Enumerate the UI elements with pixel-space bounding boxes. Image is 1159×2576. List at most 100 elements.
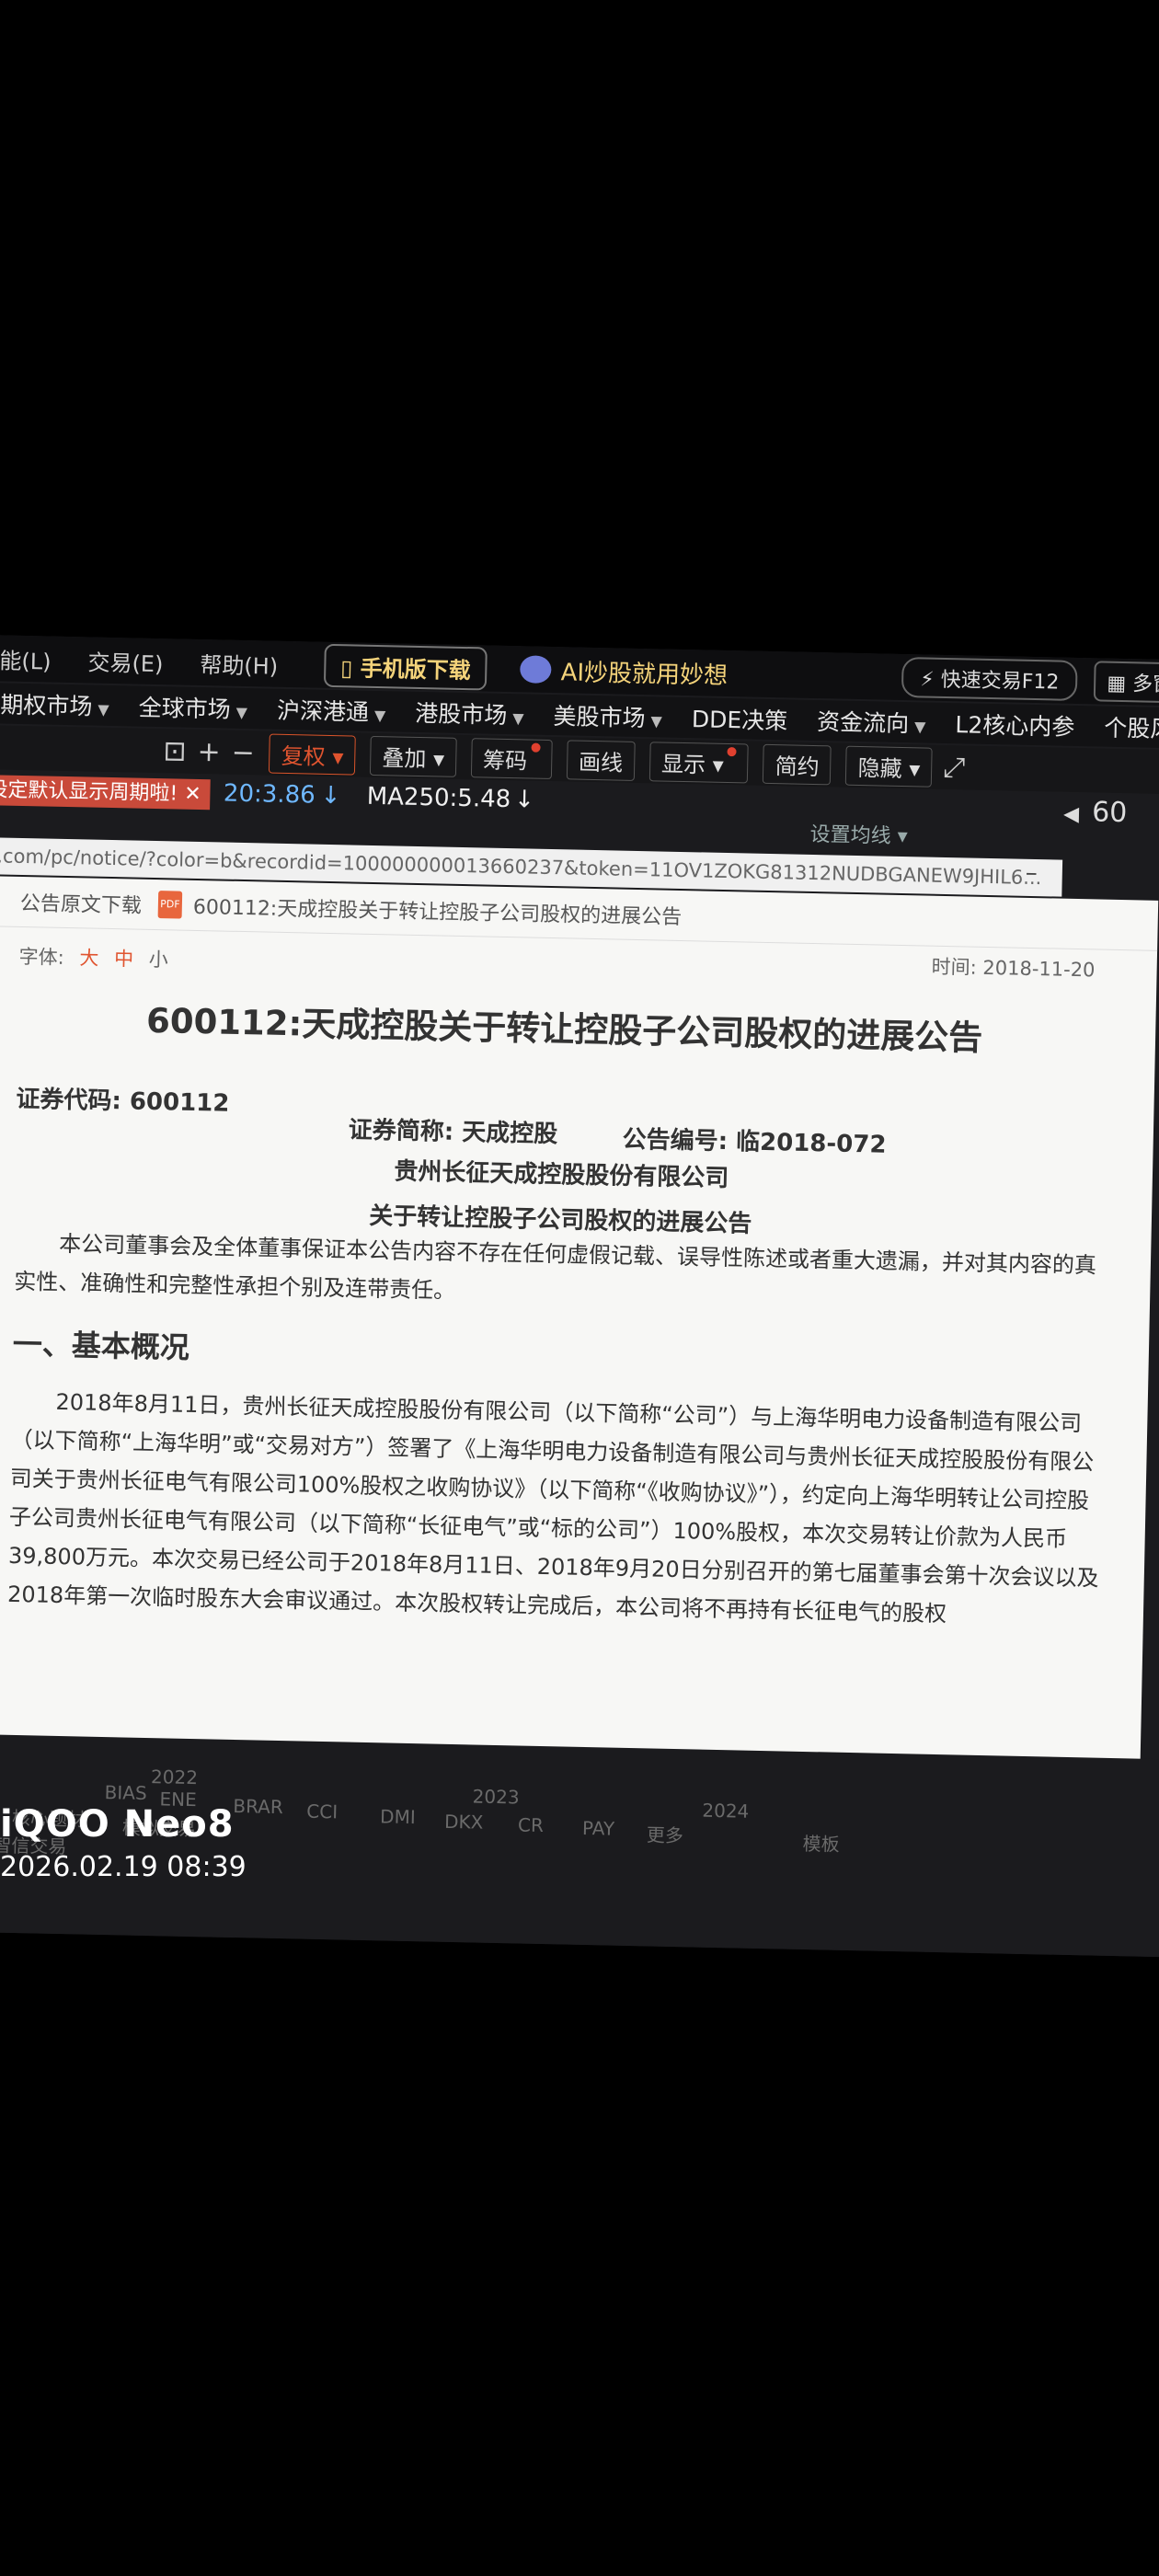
- nav-l2-insights[interactable]: L2核心内参: [955, 707, 1075, 742]
- nav-stock-connect[interactable]: 沪深港通 ▼: [277, 693, 386, 728]
- caret-down-icon: ▼: [512, 709, 524, 728]
- caret-down-icon: ▼: [98, 700, 109, 719]
- arrow-down-icon: ↓: [513, 786, 535, 814]
- photo-frame: 能(L) 交易(E) 帮助(H) ▯ 手机版下载 AI炒股就用妙想 ⚡ 快速交易…: [0, 0, 1159, 2576]
- set-ma-label: 设置均线: [809, 822, 891, 848]
- close-icon[interactable]: ✕: [184, 783, 201, 806]
- security-code: 证券代码: 600112: [16, 1085, 230, 1118]
- mobile-download-label: 手机版下载: [360, 655, 471, 684]
- caret-down-icon: ▾: [332, 743, 344, 770]
- notify-dot: [531, 742, 541, 753]
- photo-timestamp: 2026.02.19 08:39: [0, 1851, 247, 1883]
- bottom-tab[interactable]: 模板: [802, 1829, 840, 1857]
- publish-time: 时间: 2018-11-20: [931, 955, 1096, 982]
- ai-promo-link[interactable]: AI炒股就用妙想: [520, 652, 728, 691]
- simple-button[interactable]: 简约: [763, 743, 832, 785]
- button-label: 显示: [660, 751, 706, 778]
- ma250-value: MA250:5.48: [366, 782, 511, 814]
- security-short-name: 证券简称: 天成控股: [348, 1116, 558, 1149]
- display-button[interactable]: 显示 ▾: [648, 741, 750, 783]
- font-option-large[interactable]: 大: [79, 947, 98, 969]
- zoom-out-icon[interactable]: −: [231, 736, 255, 769]
- zoom-in-icon[interactable]: +: [197, 735, 221, 768]
- indicator-tab[interactable]: 更多: [647, 1820, 684, 1847]
- indicator-tab[interactable]: CR: [518, 1813, 544, 1836]
- adjust-button[interactable]: 复权 ▾: [269, 733, 356, 776]
- notice-number: 公告编号: 临2018-072: [622, 1125, 887, 1159]
- nav-label: 沪深港通: [276, 696, 370, 726]
- side-code: 60: [1091, 796, 1128, 830]
- caret-down-icon: ▾: [909, 755, 921, 782]
- year-label: 2024: [702, 1799, 750, 1823]
- minimize-icon[interactable]: –: [1026, 859, 1039, 887]
- window-icon: ▦: [1107, 672, 1127, 696]
- indicator-tab[interactable]: DMI: [380, 1805, 416, 1828]
- fullscreen-icon[interactable]: ⤢: [943, 751, 966, 783]
- caret-down-icon: ▾: [712, 752, 724, 778]
- indicator-tab[interactable]: PAY: [582, 1817, 615, 1840]
- button-label: 画线: [578, 749, 624, 776]
- nav-label: 美股市场: [553, 703, 646, 732]
- caret-down-icon: ▾: [897, 824, 908, 849]
- nav-global-market[interactable]: 全球市场 ▼: [138, 690, 247, 725]
- font-label: 字体:: [18, 945, 64, 969]
- nav-label: DDE决策: [691, 706, 788, 735]
- download-original-link[interactable]: 公告原文下载: [20, 887, 143, 919]
- set-ma-button[interactable]: 设置均线 ▾: [809, 818, 908, 849]
- caret-down-icon: ▼: [373, 706, 386, 725]
- nav-options-market[interactable]: 期权市场 ▼: [0, 686, 109, 721]
- indicator-tab[interactable]: CCI: [306, 1800, 338, 1823]
- menu-item-function[interactable]: 能(L): [0, 642, 52, 675]
- document-tab-title[interactable]: 600112:天成控股关于转让控股子公司股权的进展公告: [193, 891, 683, 930]
- chips-button[interactable]: 筹码: [470, 737, 553, 779]
- multi-window-label: 多窗: [1131, 673, 1159, 697]
- menu-item-help[interactable]: 帮助(H): [200, 646, 278, 680]
- side-panel-code: ◀ 60: [1063, 796, 1128, 829]
- font-size-selector: 字体: 大 中 小: [18, 942, 168, 972]
- nav-hk-market[interactable]: 港股市场 ▼: [415, 696, 524, 730]
- period-warning-banner[interactable]: 设定默认显示周期啦! ✕: [0, 774, 212, 811]
- multi-window-button[interactable]: ▦ 多窗: [1093, 661, 1159, 704]
- year-label: 2022: [150, 1765, 199, 1789]
- notice-document: 公告原文下载 PDF 600112:天成控股关于转让控股子公司股权的进展公告 字…: [0, 875, 1159, 1765]
- pdf-icon[interactable]: PDF: [157, 891, 183, 919]
- notify-dot: [727, 746, 738, 756]
- nav-label: 资金流向: [816, 708, 910, 738]
- lock-icon[interactable]: ⊡: [163, 735, 187, 768]
- button-label: 隐藏: [857, 754, 902, 782]
- indicator-tab[interactable]: DKX: [444, 1811, 484, 1834]
- nav-capital-flow[interactable]: 资金流向 ▼: [817, 704, 926, 739]
- indicator-tab[interactable]: BIAS: [104, 1781, 146, 1804]
- nav-stock-news[interactable]: 个股风云: [1104, 710, 1159, 745]
- robot-icon: [520, 655, 553, 684]
- warning-text: 设定默认显示周期啦!: [0, 778, 178, 806]
- nav-dde[interactable]: DDE决策: [692, 701, 788, 736]
- nav-label: 个股风云: [1103, 714, 1159, 743]
- button-label: 简约: [775, 753, 820, 780]
- ma20-value: 20:3.86: [223, 779, 316, 810]
- draw-line-button[interactable]: 画线: [566, 739, 636, 781]
- section-body: 2018年8月11日，贵州长征天成控股股份有限公司（以下简称“公司”）与上海华明…: [6, 1388, 1099, 1627]
- nav-us-market[interactable]: 美股市场 ▼: [553, 698, 662, 733]
- year-label: 2023: [472, 1785, 520, 1809]
- caret-down-icon: ▼: [235, 703, 248, 722]
- menu-item-trade[interactable]: 交易(E): [87, 644, 164, 678]
- lightning-icon: ⚡: [920, 668, 935, 692]
- caret-down-icon: ▼: [913, 718, 926, 736]
- overlay-button[interactable]: 叠加 ▾: [370, 735, 457, 777]
- button-label: 筹码: [482, 746, 528, 774]
- nav-label: 期权市场: [0, 691, 93, 720]
- window-controls: –: [1026, 859, 1039, 887]
- ai-slogan: AI炒股就用妙想: [560, 658, 729, 690]
- nav-label: 全球市场: [138, 694, 232, 723]
- nav-label: L2核心内参: [955, 711, 1075, 741]
- mobile-download-button[interactable]: ▯ 手机版下载: [323, 643, 488, 691]
- quick-trade-button[interactable]: ⚡ 快速交易F12: [901, 656, 1078, 701]
- monitor-screen: 能(L) 交易(E) 帮助(H) ▯ 手机版下载 AI炒股就用妙想 ⚡ 快速交易…: [0, 635, 1159, 1958]
- nav-label: 港股市场: [414, 699, 508, 729]
- chevron-left-icon[interactable]: ◀: [1063, 803, 1079, 826]
- font-option-small[interactable]: 小: [149, 949, 168, 971]
- hide-button[interactable]: 隐藏 ▾: [845, 745, 933, 788]
- arrow-down-icon: ↓: [320, 781, 341, 811]
- font-option-medium[interactable]: 中: [114, 948, 133, 970]
